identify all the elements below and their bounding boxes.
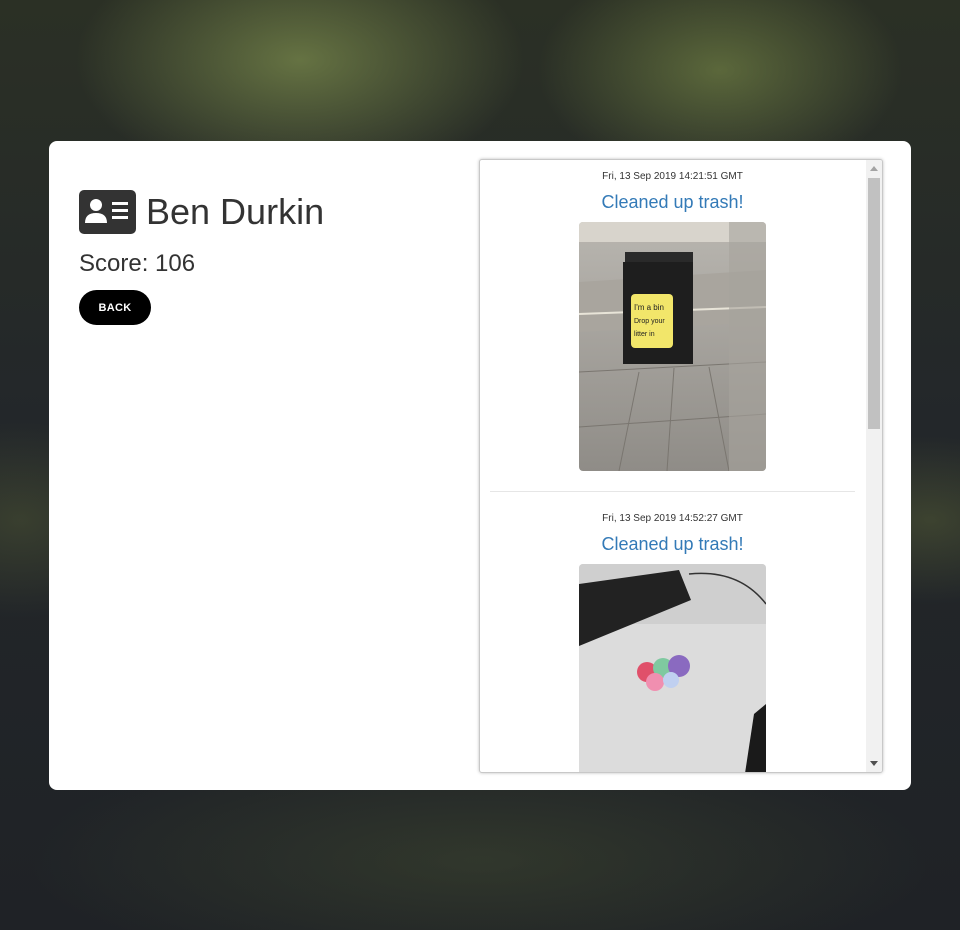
scroll-down-arrow-icon[interactable] <box>870 761 878 766</box>
bin-sign-line-1: I'm a bin <box>634 303 664 312</box>
activity-feed[interactable]: Fri, 13 Sep 2019 14:21:51 GMT Cleaned up… <box>479 159 883 773</box>
score-label: Score: <box>79 250 149 277</box>
name-row: Ben Durkin <box>79 184 324 240</box>
post-photo-desk <box>579 564 766 772</box>
post-title[interactable]: Cleaned up trash! <box>490 533 855 555</box>
post-photo-bin: I'm a bin Drop your litter in <box>579 222 766 471</box>
user-name: Ben Durkin <box>146 191 325 232</box>
post-date: Fri, 13 Sep 2019 14:21:51 GMT <box>602 171 743 182</box>
feed-post: Fri, 13 Sep 2019 14:52:27 GMT Cleaned up… <box>490 513 855 772</box>
feed-post: Fri, 13 Sep 2019 14:21:51 GMT Cleaned up… <box>490 160 855 471</box>
post-divider <box>490 491 855 492</box>
score-line: Score: 106 <box>79 250 324 278</box>
id-card-icon <box>79 190 136 234</box>
bin-sign-line-3: litter in <box>634 331 655 338</box>
back-button[interactable]: BACK <box>79 290 151 325</box>
post-date: Fri, 13 Sep 2019 14:52:27 GMT <box>602 513 743 524</box>
scroll-up-arrow-icon[interactable] <box>870 166 878 171</box>
profile-section: Ben Durkin Score: 106 BACK <box>79 184 324 325</box>
score-value: 106 <box>155 250 196 277</box>
scroll-thumb[interactable] <box>868 178 880 429</box>
bin-sign-line-2: Drop your <box>634 318 665 325</box>
feed-content: Fri, 13 Sep 2019 14:21:51 GMT Cleaned up… <box>480 160 865 772</box>
post-title[interactable]: Cleaned up trash! <box>490 191 855 213</box>
profile-card: Ben Durkin Score: 106 BACK Fri, 13 Sep 2… <box>49 141 911 790</box>
feed-scrollbar[interactable] <box>866 160 882 772</box>
